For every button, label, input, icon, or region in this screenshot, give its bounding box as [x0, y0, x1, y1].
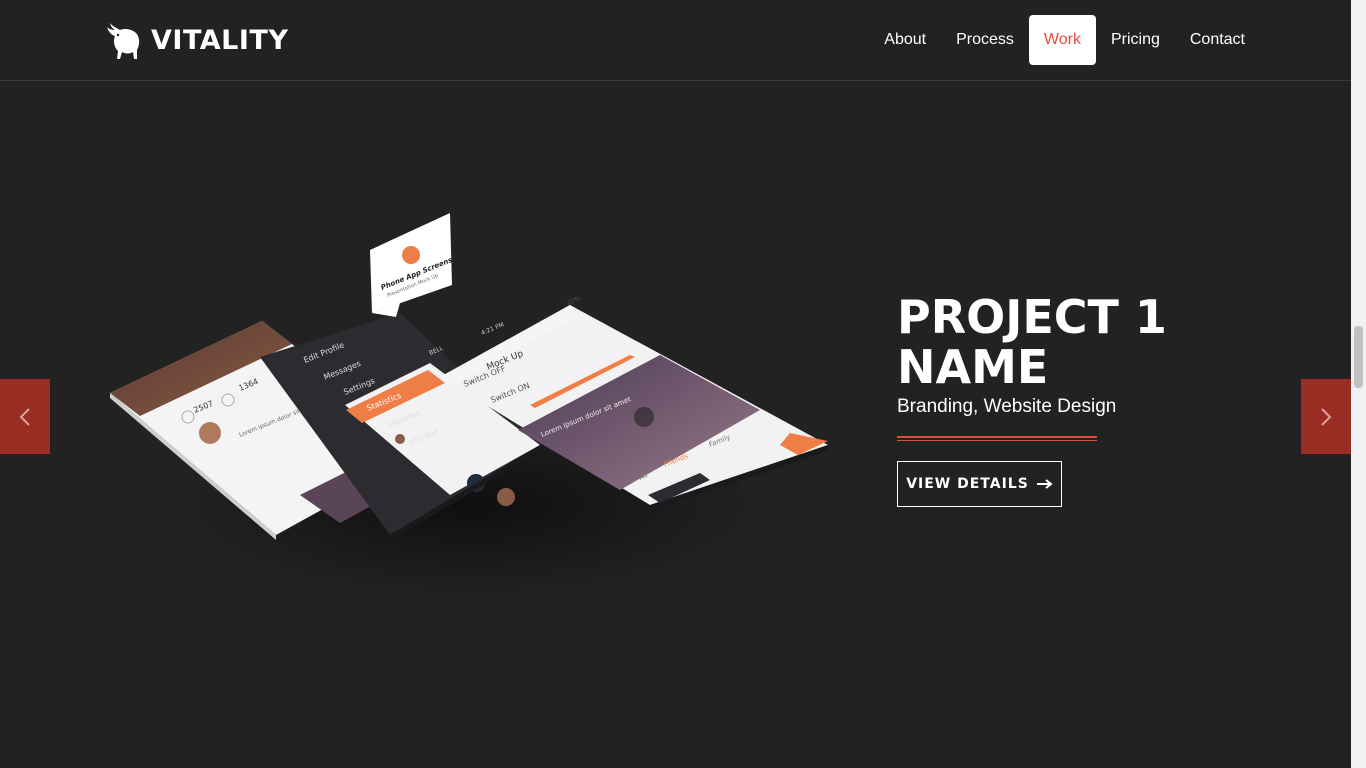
arrow-right-icon	[1036, 479, 1053, 489]
phone-screens-mockup: 2507 1364 Lorem ipsum dolor sit amet Edi…	[110, 213, 828, 600]
project-title: PROJECT 1 NAME	[897, 292, 1167, 392]
divider	[897, 436, 1097, 441]
view-details-button[interactable]: VIEW DETAILS	[897, 461, 1062, 507]
nav-pricing[interactable]: Pricing	[1096, 15, 1175, 65]
status-time: 4:21 PM	[480, 321, 505, 337]
carousel-next-button[interactable]	[1301, 379, 1351, 454]
nav-contact[interactable]: Contact	[1175, 15, 1260, 65]
project-title-line1: PROJECT 1	[897, 290, 1167, 344]
nav-work[interactable]: Work	[1028, 15, 1096, 65]
slide-caption: PROJECT 1 NAME Branding, Website Design …	[897, 292, 1167, 507]
screen3-battery: 22%	[566, 295, 581, 307]
chevron-left-icon	[19, 407, 30, 426]
project-title-line2: NAME	[897, 340, 1049, 394]
project-subtitle: Branding, Website Design	[897, 396, 1117, 417]
view-details-label: VIEW DETAILS	[906, 476, 1029, 492]
scrollbar-thumb[interactable]	[1354, 326, 1363, 388]
navbar: VITALITY About Process Work Pricing Cont…	[0, 0, 1351, 81]
brand[interactable]: VITALITY	[105, 19, 288, 61]
carousel-prev-button[interactable]	[0, 379, 50, 454]
brand-name: VITALITY	[151, 24, 289, 56]
page-scrollbar[interactable]	[1351, 0, 1366, 768]
nav-process[interactable]: Process	[941, 15, 1029, 65]
phone-app-screens-tag: Phone App Screens Presentation Mock Up	[370, 213, 453, 317]
nav-about[interactable]: About	[869, 15, 941, 65]
main-nav: About Process Work Pricing Contact	[869, 15, 1260, 65]
bull-logo-icon	[107, 23, 140, 59]
chevron-right-icon	[1321, 407, 1332, 426]
project-mockup-image: 2507 1364 Lorem ipsum dolor sit amet Edi…	[100, 205, 840, 615]
